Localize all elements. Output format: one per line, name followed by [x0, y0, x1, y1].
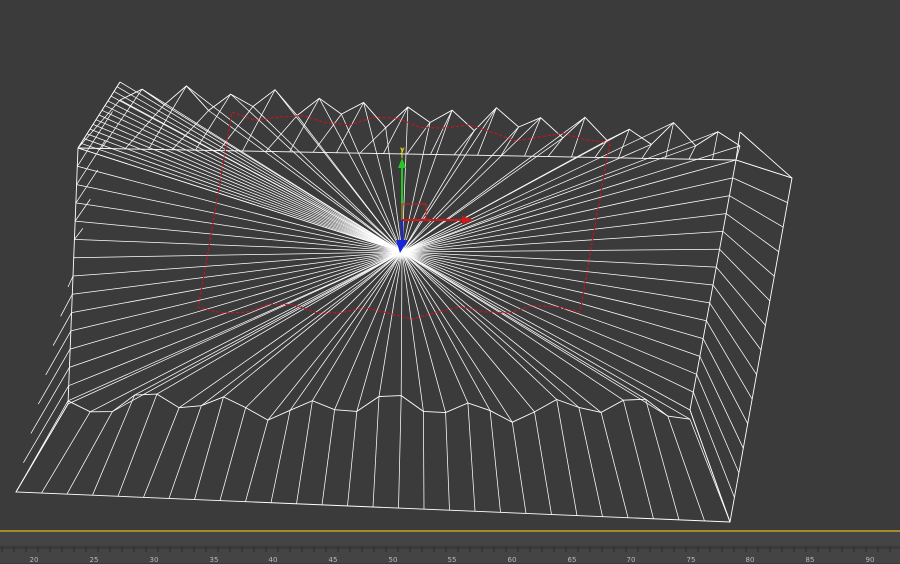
3d-viewport[interactable]: y — [0, 0, 900, 530]
gizmo-y-arrow-icon[interactable] — [398, 158, 406, 168]
gizmo-x-arrow-icon[interactable] — [462, 216, 474, 224]
timeline-ruler[interactable]: 20 25 30 35 40 45 50 55 60 65 70 75 80 8… — [0, 532, 900, 564]
wireframe-mesh[interactable]: y — [0, 0, 900, 530]
selection-outline — [197, 111, 611, 320]
wireframe-spokes — [67, 81, 741, 423]
